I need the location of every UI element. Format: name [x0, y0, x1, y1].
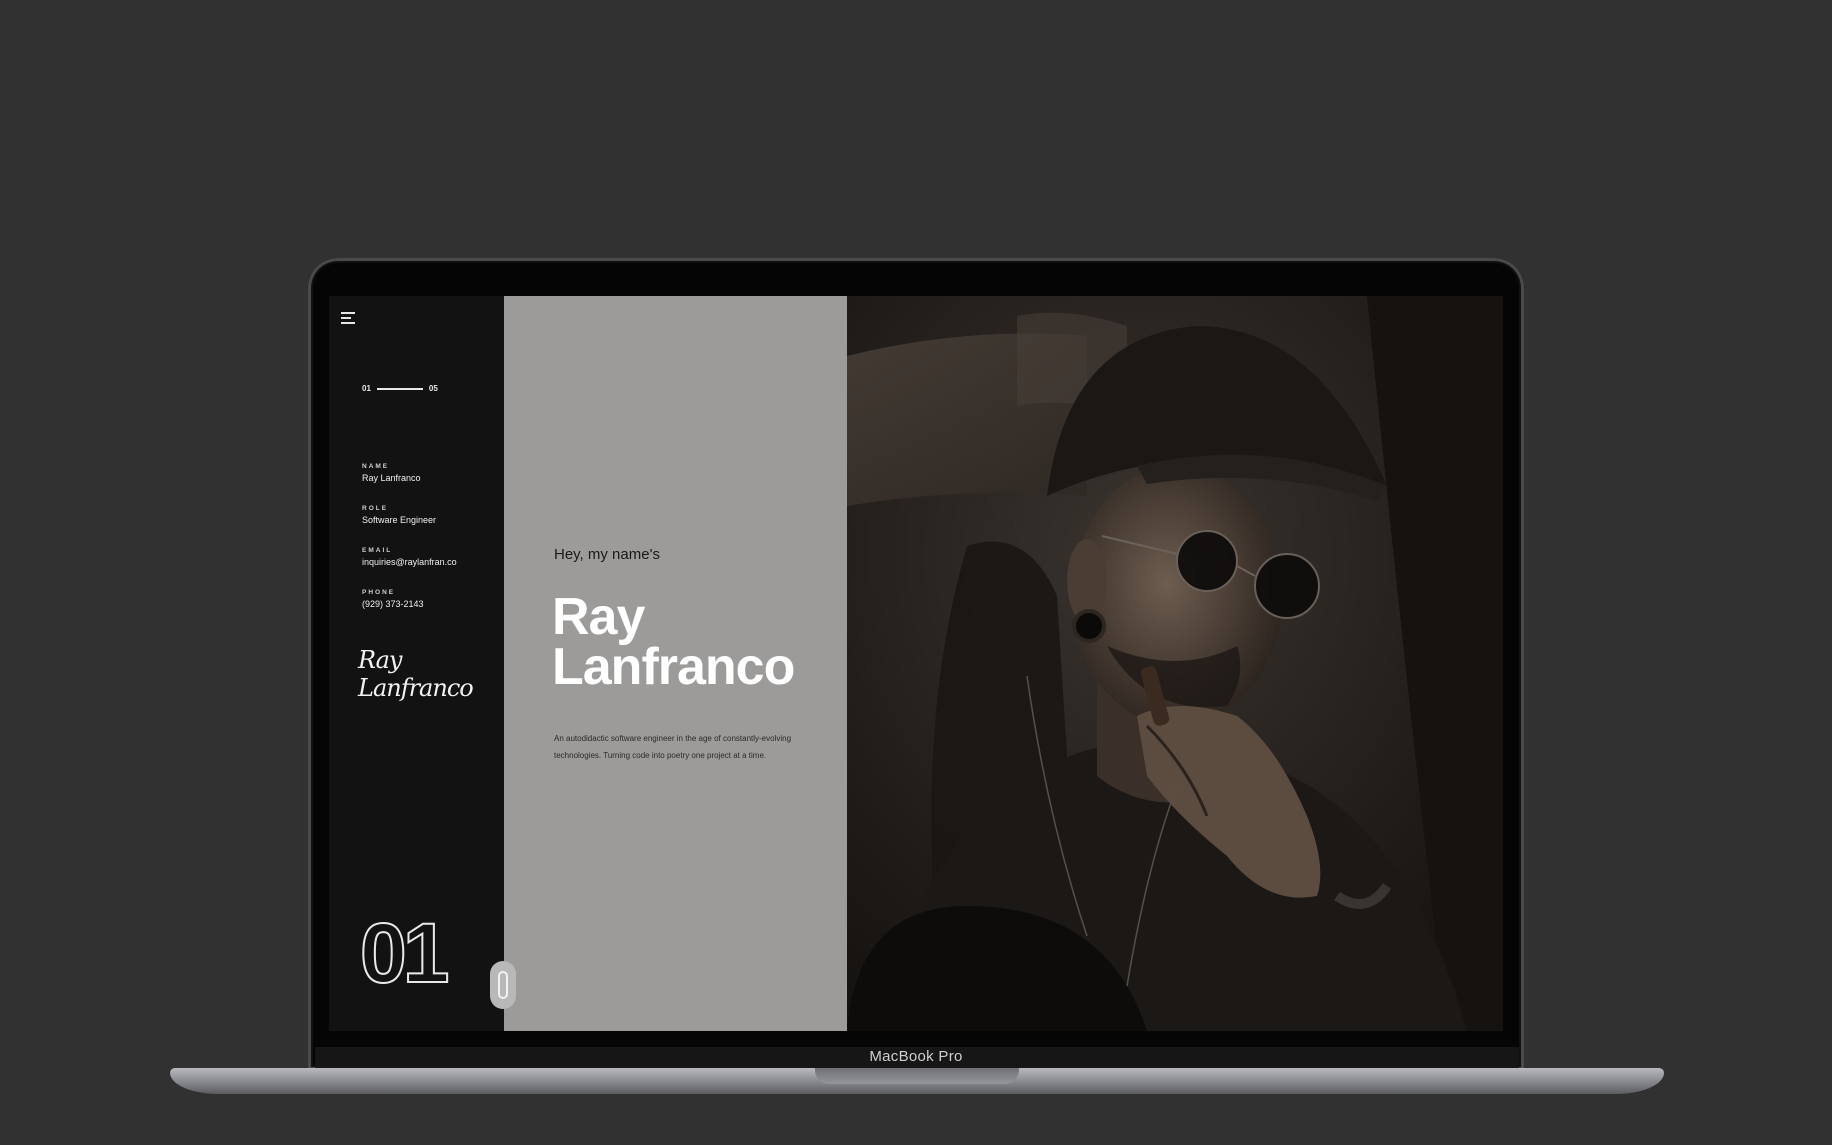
- hero-name-line2: Lanfranco: [552, 638, 795, 696]
- pager-line: [376, 387, 423, 390]
- pager-current: 01: [362, 384, 371, 393]
- section-number: 01: [359, 906, 450, 1000]
- website-screen: 01 05 NAME Ray Lanfranco ROLE Software E…: [329, 296, 1503, 1031]
- info-label: EMAIL: [362, 547, 393, 554]
- hero-name-line1: Ray: [552, 588, 645, 646]
- portrait-photo: [847, 296, 1503, 1031]
- menu-icon[interactable]: [341, 312, 357, 326]
- info-email: EMAIL inquiries@raylanfran.co: [362, 547, 457, 567]
- device-brand-label: MacBook Pro: [869, 1048, 963, 1065]
- info-name: NAME Ray Lanfranco: [362, 463, 421, 483]
- info-value: Software Engineer: [362, 515, 437, 525]
- info-phone: PHONE (929) 373-2143: [362, 589, 424, 609]
- signature: Ray Lanfranco: [358, 646, 474, 702]
- slide-pager: 01 05: [362, 384, 438, 393]
- portrait-illustration: [847, 296, 1503, 1031]
- info-value: Ray Lanfranco: [362, 473, 421, 483]
- info-role: ROLE Software Engineer: [362, 505, 436, 525]
- info-label: PHONE: [362, 589, 396, 596]
- laptop-opening-notch: [815, 1068, 1019, 1084]
- scroll-mouse-icon[interactable]: [490, 961, 516, 1009]
- sidebar: 01 05 NAME Ray Lanfranco ROLE Software E…: [329, 296, 504, 1031]
- info-label: ROLE: [362, 505, 389, 512]
- info-label: NAME: [362, 463, 390, 470]
- greeting: Hey, my name's: [554, 546, 660, 563]
- hero-name: Ray Lanfranco: [552, 588, 795, 696]
- info-value[interactable]: inquiries@raylanfran.co: [362, 557, 457, 567]
- intro-panel: Hey, my name's Ray Lanfranco An autodida…: [504, 296, 847, 1031]
- info-value[interactable]: (929) 373-2143: [362, 599, 424, 609]
- pager-total: 05: [428, 384, 438, 393]
- hero-description: An autodidactic software engineer in the…: [554, 734, 792, 760]
